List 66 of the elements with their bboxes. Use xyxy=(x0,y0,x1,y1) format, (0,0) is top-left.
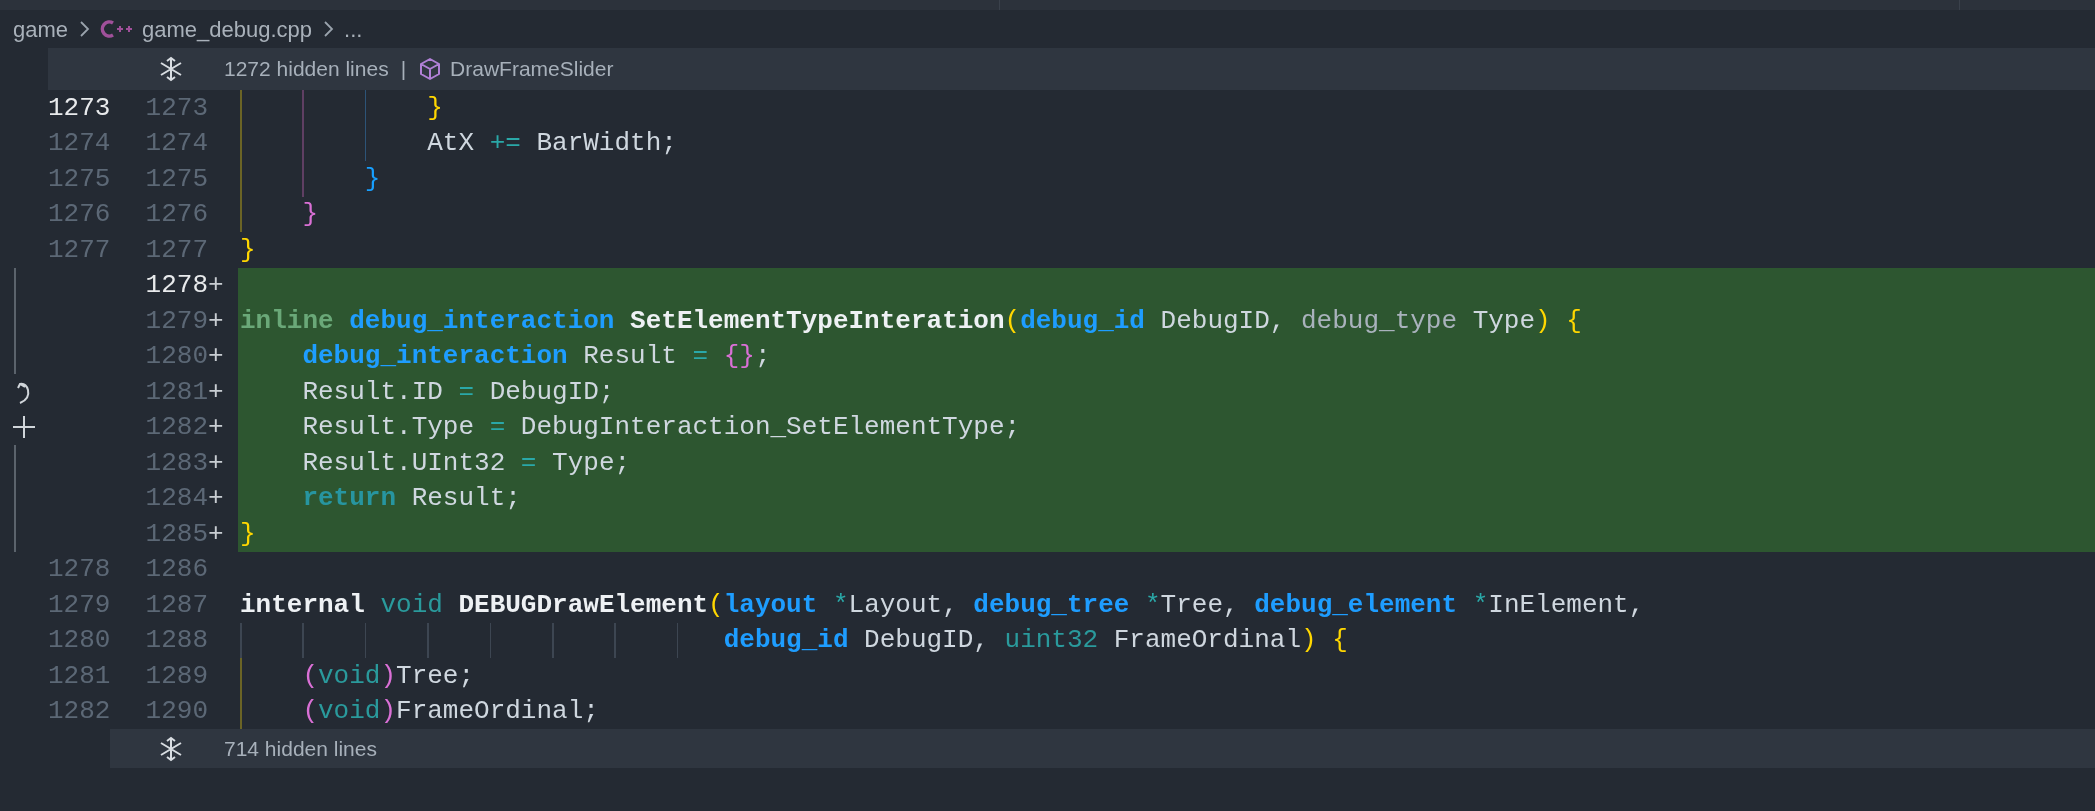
line-number: 1276 xyxy=(145,199,208,230)
line-number: 1280 xyxy=(48,625,111,656)
line-number: 1279 xyxy=(48,589,111,620)
line-number: 1286 xyxy=(145,554,208,585)
line-number: 1287 xyxy=(145,589,208,620)
unfold-icon[interactable] xyxy=(158,56,184,82)
chevron-icon xyxy=(322,20,335,38)
hidden-lines-link[interactable]: 1272 hidden lines xyxy=(224,53,389,85)
line-number: 1278 xyxy=(145,270,208,301)
line-number: 1281 xyxy=(145,376,208,407)
added-line-marker: + xyxy=(208,270,224,301)
code-line: inline debug_interaction SetElementTypeInteration(debug_id DebugID, debug_type Type) { xyxy=(240,307,1582,334)
plus-icon[interactable] xyxy=(11,414,37,441)
line-number: 1280 xyxy=(145,341,208,372)
line-number: 1284 xyxy=(145,483,208,514)
line-number: 1290 xyxy=(145,696,208,727)
line-number: 1282 xyxy=(145,412,208,443)
chevron-icon xyxy=(78,20,91,38)
line-number: 1275 xyxy=(145,163,208,194)
symbol-name[interactable]: DrawFrameSlider xyxy=(450,53,614,85)
code-line: Result.UInt32 = Type; xyxy=(301,449,631,476)
line-number: 1274 xyxy=(145,128,208,159)
line-number: 1274 xyxy=(48,128,111,159)
code-line: } xyxy=(301,201,318,228)
line-number: 1273 xyxy=(145,92,208,123)
code-line: internal void DEBUGDrawElement(layout *Layout, debug_tree *Tree, debug_element *InElement, xyxy=(240,591,1645,618)
code-line: debug_id DebugID, uint32 FrameOrdinal) { xyxy=(722,627,1348,654)
code-line: } xyxy=(426,94,443,121)
line-number: 1278 xyxy=(48,554,111,585)
line-number: 1275 xyxy=(48,163,111,194)
line-number: 1277 xyxy=(145,234,208,265)
cube-icon xyxy=(418,57,443,81)
line-number: 1289 xyxy=(145,660,208,691)
hidden-lines-link[interactable]: 714 hidden lines xyxy=(224,732,377,765)
line-number: 1288 xyxy=(145,625,208,656)
line-number: 1273 xyxy=(48,92,111,123)
added-line-marker: + xyxy=(208,341,224,372)
breadcrumb-item[interactable]: ... xyxy=(344,12,363,46)
added-line-marker: + xyxy=(208,412,224,443)
breadcrumb-item[interactable]: game_debug.cpp xyxy=(142,12,313,46)
line-number: 1277 xyxy=(48,234,111,265)
code-line: Result.Type = DebugInteraction_SetElementType; xyxy=(301,414,1021,441)
added-line-marker: + xyxy=(208,447,224,478)
breadcrumb-item[interactable]: game xyxy=(13,12,69,46)
code-line: AtX += BarWidth; xyxy=(426,130,677,157)
code-line: debug_interaction Result = {}; xyxy=(301,343,771,370)
code-line: (void)Tree; xyxy=(301,662,475,689)
code-line: (void)FrameOrdinal; xyxy=(301,698,599,725)
added-line-marker: + xyxy=(208,518,224,549)
code-line: Result.ID = DebugID; xyxy=(301,378,615,405)
code-line: } xyxy=(240,236,256,263)
added-line-marker: + xyxy=(208,376,224,407)
code-line: } xyxy=(363,165,381,192)
added-line-marker: + xyxy=(208,483,224,514)
code-line: } xyxy=(240,520,256,547)
code-line: return Result; xyxy=(301,485,521,512)
line-number: 1283 xyxy=(145,447,208,478)
separator-text: | xyxy=(400,56,407,83)
line-number: 1282 xyxy=(48,696,111,727)
unfold-icon[interactable] xyxy=(158,735,184,762)
line-number: 1276 xyxy=(48,199,111,230)
line-number: 1281 xyxy=(48,660,111,691)
line-number: 1285 xyxy=(145,518,208,549)
cpp-file-icon xyxy=(100,19,135,39)
added-line-marker: + xyxy=(208,305,224,336)
line-number: 1279 xyxy=(145,305,208,336)
